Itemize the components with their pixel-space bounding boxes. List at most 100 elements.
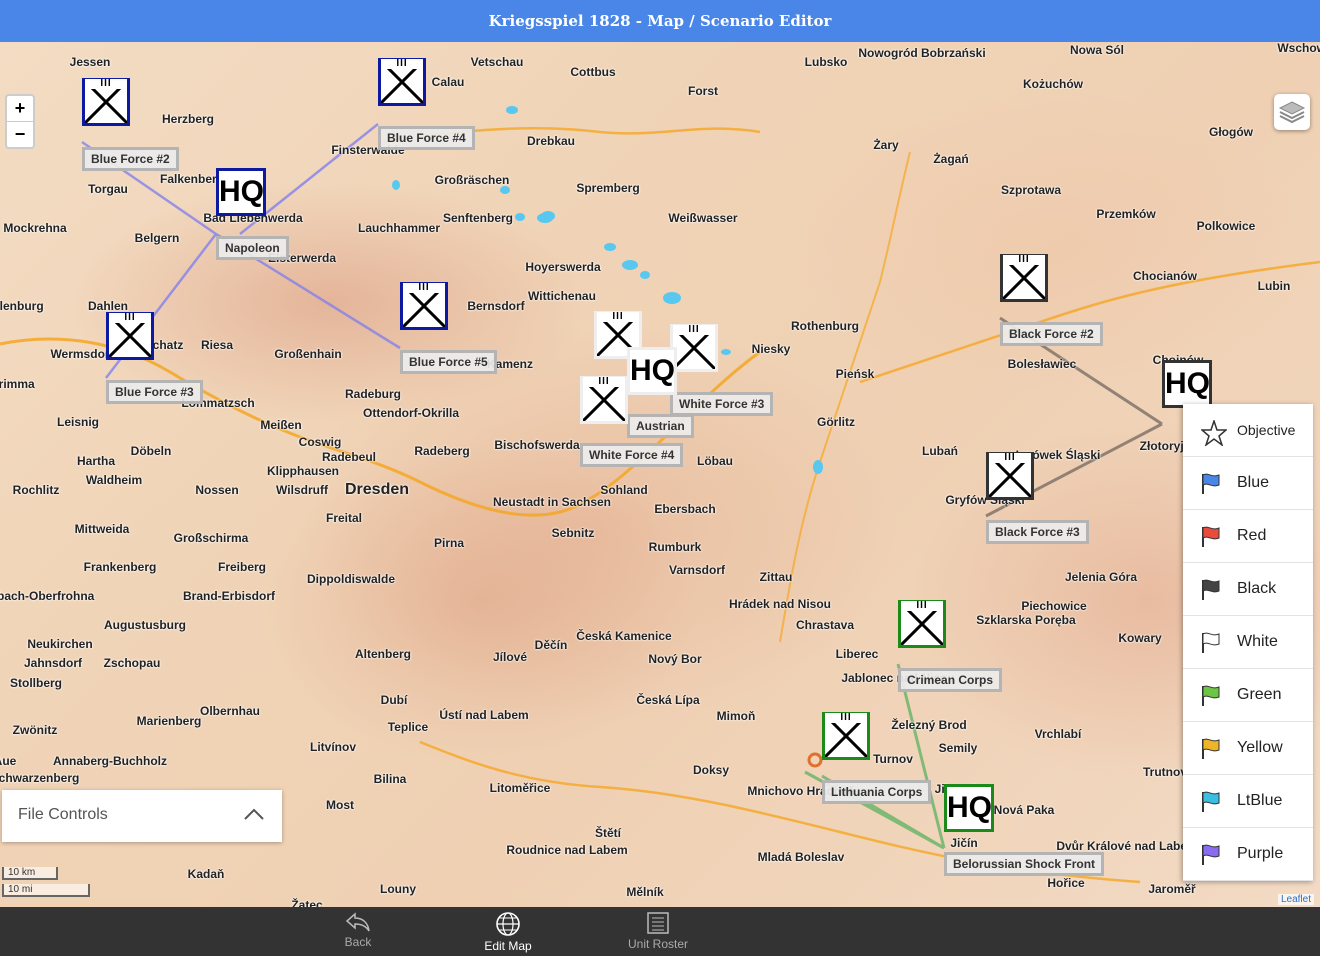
unit-marker[interactable]: III	[1000, 254, 1048, 302]
unit-marker[interactable]: III	[898, 600, 946, 648]
place-label: Bischofswerda	[494, 438, 580, 452]
flag-icon	[1202, 844, 1220, 865]
place-label: Česká Lípa	[636, 693, 700, 707]
flag-icon	[1202, 791, 1220, 812]
color-legend[interactable]: Objective Blue Red Black White Green Yellow LtB…	[1183, 404, 1313, 881]
place-label: Frankenberg	[83, 560, 157, 574]
place-label: Lubsko	[804, 55, 848, 69]
place-label: Nowa Sól	[1069, 43, 1125, 57]
unit-label[interactable]: Belorussian Shock Front	[944, 852, 1105, 876]
place-label: Zittau	[759, 570, 793, 584]
unit-marker[interactable]: III	[378, 58, 426, 106]
place-label: Neukirchen	[27, 637, 93, 651]
unit-marker[interactable]: III	[400, 282, 448, 330]
place-label: Żary	[873, 138, 899, 152]
legend-item-objective[interactable]: Objective	[1183, 404, 1313, 457]
unit-marker[interactable]: III	[986, 452, 1034, 500]
hq-marker[interactable]: HQ	[216, 168, 266, 216]
place-label: Dresden	[344, 481, 410, 498]
place-label: Wermsdorf	[50, 347, 114, 361]
hq-marker[interactable]: HQ	[1162, 360, 1212, 408]
unit-label[interactable]: Lithuania Corps	[822, 780, 932, 804]
place-label: Rumburk	[648, 540, 702, 554]
chevron-up-icon[interactable]	[244, 808, 264, 820]
unit-label[interactable]: Blue Force #4	[378, 126, 475, 150]
unit-label[interactable]: Blue Force #5	[400, 350, 497, 374]
place-label: Jelenia Góra	[1064, 570, 1138, 584]
legend-item-green[interactable]: Green	[1183, 669, 1313, 722]
layers-button[interactable]	[1274, 94, 1310, 130]
place-label: Annaberg-Buchholz	[53, 754, 167, 768]
unit-label[interactable]: Blue Force #3	[106, 380, 203, 404]
place-label: Turnov	[873, 752, 913, 766]
unit-label[interactable]: Napoleon	[216, 236, 289, 260]
place-label: Wilsdruff	[276, 483, 328, 497]
place-label: Wittichenau	[528, 289, 596, 303]
unit-marker[interactable]: III	[82, 78, 130, 126]
unit-marker[interactable]: III	[106, 312, 154, 360]
hq-marker[interactable]: HQ	[944, 784, 994, 832]
legend-item-ltblue[interactable]: LtBlue	[1183, 775, 1313, 828]
legend-item-blue[interactable]: Blue	[1183, 457, 1313, 510]
place-label: Wschowa	[1277, 42, 1320, 55]
place-label: Hořice	[1047, 876, 1085, 890]
place-label: Chrastava	[795, 618, 855, 632]
place-label: Żagań	[933, 152, 969, 166]
zoom-control[interactable]: + −	[5, 94, 35, 149]
place-label: Neustadt in Sachsen	[492, 495, 612, 509]
place-label: Altenberg	[354, 647, 412, 661]
legend-item-black[interactable]: Black	[1183, 563, 1313, 616]
place-label: Louny	[380, 882, 416, 896]
place-label: Ottendorf-Okrilla	[362, 406, 460, 420]
unit-label[interactable]: Black Force #3	[986, 520, 1089, 544]
flag-icon	[1202, 579, 1220, 600]
attribution-link[interactable]: Leaflet	[1277, 894, 1314, 905]
bottom-tab-bar[interactable]: Back Edit Map Unit Roster	[0, 907, 1320, 956]
unit-label[interactable]: Crimean Corps	[898, 668, 1003, 692]
zoom-in-button[interactable]: +	[7, 96, 33, 121]
tab-edit-map[interactable]: Edit Map	[453, 907, 563, 956]
place-label: Litoměřice	[489, 781, 551, 795]
place-label: Großräschen	[434, 173, 510, 187]
place-label: Weißwasser	[668, 211, 738, 225]
unit-label[interactable]: White Force #3	[670, 392, 774, 416]
place-label: Torgau	[88, 182, 128, 196]
place-label: Herzberg	[161, 112, 215, 126]
legend-item-yellow[interactable]: Yellow	[1183, 722, 1313, 775]
tab-unit-roster[interactable]: Unit Roster	[603, 907, 713, 956]
place-label: Vetschau	[470, 55, 524, 69]
zoom-out-button[interactable]: −	[7, 121, 33, 147]
file-controls-panel[interactable]: File Controls	[2, 790, 282, 842]
hq-marker[interactable]: HQ	[627, 347, 677, 395]
place-label: Mockrehna	[3, 221, 67, 235]
place-label: Szprotawa	[1000, 183, 1062, 197]
place-label: Riesa	[200, 338, 234, 352]
unit-marker[interactable]: III	[670, 324, 718, 372]
place-label: Ebersbach	[654, 502, 716, 516]
place-label: Lubań	[922, 444, 958, 458]
unit-label[interactable]: Black Force #2	[1000, 322, 1103, 346]
unit-label[interactable]: White Force #4	[580, 443, 684, 467]
place-label: Železný Brod	[891, 718, 967, 732]
place-label: Mladá Boleslav	[757, 850, 845, 864]
place-label: Nová Paka	[993, 803, 1055, 817]
legend-item-red[interactable]: Red	[1183, 510, 1313, 563]
scale-km: 10 km	[2, 867, 58, 880]
unit-label[interactable]: Austrian	[627, 414, 694, 438]
flag-icon	[1202, 685, 1220, 706]
unit-label[interactable]: Blue Force #2	[82, 147, 179, 171]
unit-marker[interactable]: III	[822, 712, 870, 760]
map-canvas[interactable]: Jessen Vetschau Cottbus Lubsko Nowogród Bobr…	[0, 42, 1320, 907]
legend-item-purple[interactable]: Purple	[1183, 828, 1313, 881]
place-label: Jílové	[492, 650, 528, 664]
place-label: Zwönitz	[12, 723, 58, 737]
tab-back[interactable]: Back	[303, 907, 413, 956]
place-label: Aue	[0, 754, 17, 768]
place-label: Teplice	[387, 720, 429, 734]
place-label: Calau	[431, 75, 465, 89]
list-icon	[647, 912, 669, 934]
unit-marker[interactable]: III	[580, 376, 628, 424]
place-label: Jessen	[69, 55, 111, 69]
place-label: Radeberg	[414, 444, 470, 458]
legend-item-white[interactable]: White	[1183, 616, 1313, 669]
